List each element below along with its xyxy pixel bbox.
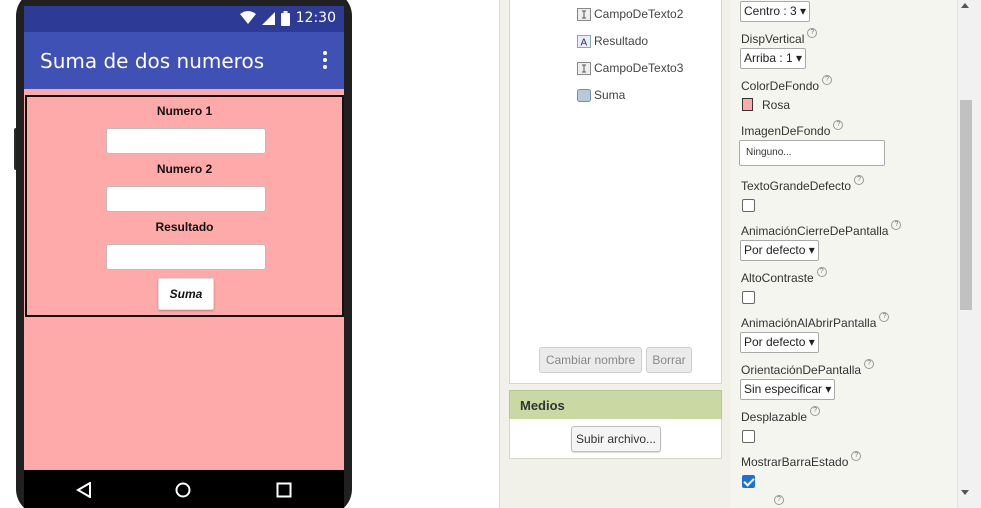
overflow-menu-icon[interactable] xyxy=(322,51,328,71)
home-icon[interactable] xyxy=(175,482,191,498)
delete-button[interactable]: Borrar xyxy=(646,347,692,373)
property-name: AnimaciónAlAbrirPantalla xyxy=(741,316,877,330)
scrollable-label: Desplazable? xyxy=(741,406,821,424)
property-name: Desplazable xyxy=(741,410,808,424)
vertical-arrangement[interactable]: Numero 1 Numero 2 Resultado Suma xyxy=(25,95,344,317)
svg-text:A: A xyxy=(580,37,587,48)
help-icon[interactable]: ? xyxy=(822,75,833,85)
help-icon[interactable]: ? xyxy=(851,451,862,461)
property-name: MostrarBarraEstado xyxy=(741,455,849,469)
help-icon[interactable]: ? xyxy=(816,267,827,277)
property-name: ColorDeFondo xyxy=(741,79,820,93)
align-vertical-label: DispVertical? xyxy=(741,28,818,46)
bg-color-value[interactable]: Rosa xyxy=(762,98,790,112)
help-icon[interactable]: ? xyxy=(807,28,818,38)
tree-item-campodetexto2[interactable]: CampoDeTexto2 xyxy=(576,7,683,21)
status-clock: 12:30 xyxy=(295,10,336,26)
close-anim-label: AnimaciónCierreDePantalla? xyxy=(741,220,902,238)
button-icon xyxy=(576,88,591,102)
scroll-thumb[interactable] xyxy=(960,100,972,310)
tree-item-label: Resultado xyxy=(594,34,649,48)
property-name: TextoGrandeDefecto xyxy=(741,179,852,193)
orientation-label: OrientaciónDePantalla? xyxy=(741,359,875,377)
back-icon[interactable] xyxy=(76,482,92,498)
property-name: AnimaciónCierreDePantalla xyxy=(741,224,889,238)
status-bar-label: MostrarBarraEstado? xyxy=(741,451,862,469)
align-horizontal-dropdown[interactable]: Centro : 3 ▾ xyxy=(740,1,811,22)
app-inventor-designer: 12:30 Suma de dos numeros Numero 1 Numer… xyxy=(0,0,981,508)
properties-panel: Centro : 3 ▾ DispVertical? Arriba : 1 ▾ … xyxy=(731,0,957,508)
high-contrast-checkbox[interactable] xyxy=(742,291,755,304)
properties-scrollbar[interactable] xyxy=(957,0,981,508)
help-icon[interactable]: ? xyxy=(854,175,865,185)
help-icon[interactable]: ? xyxy=(879,312,890,322)
scroll-down-arrow-icon[interactable] xyxy=(958,486,981,500)
upload-file-button[interactable]: Subir archivo... xyxy=(571,426,661,452)
open-anim-dropdown[interactable]: Por defecto ▾ xyxy=(740,332,819,353)
high-contrast-label: AltoContraste? xyxy=(741,267,827,285)
align-vertical-dropdown[interactable]: Arriba : 1 ▾ xyxy=(740,48,807,69)
help-icon[interactable]: ? xyxy=(833,120,844,130)
numero1-textbox[interactable] xyxy=(106,128,266,154)
help-icon[interactable]: ? xyxy=(774,495,784,505)
resultado-textbox[interactable] xyxy=(106,244,266,270)
tree-item-label: CampoDeTexto2 xyxy=(594,7,684,21)
media-header: Medios xyxy=(509,390,722,420)
app-bar: Suma de dos numeros xyxy=(24,32,344,89)
help-icon[interactable]: ? xyxy=(864,359,875,369)
bg-image-picker[interactable]: Ninguno... xyxy=(739,140,885,166)
signal-icon xyxy=(261,11,275,25)
bg-image-label: ImagenDeFondo? xyxy=(741,120,844,138)
property-name: OrientaciónDePantalla xyxy=(741,363,862,377)
orientation-dropdown[interactable]: Sin especificar ▾ xyxy=(740,379,836,400)
tree-item-suma[interactable]: Suma xyxy=(576,88,625,102)
property-name: ImagenDeFondo xyxy=(741,124,831,138)
property-name: AltoContraste xyxy=(741,271,814,285)
textbox-icon xyxy=(576,7,591,21)
numero1-label: Numero 1 xyxy=(156,104,213,118)
bg-color-label: ColorDeFondo? xyxy=(741,75,833,93)
numero2-textbox[interactable] xyxy=(106,186,266,212)
label-icon: A xyxy=(576,34,591,48)
open-anim-label: AnimaciónAlAbrirPantalla? xyxy=(741,312,890,330)
close-anim-dropdown[interactable]: Por defecto ▾ xyxy=(740,240,819,261)
components-column: CampoDeTexto2 A Resultado CampoDeTexto3 … xyxy=(499,0,731,508)
help-icon[interactable]: ? xyxy=(891,220,902,230)
wifi-icon xyxy=(239,11,256,24)
textbox-icon xyxy=(576,61,591,75)
color-swatch[interactable] xyxy=(742,98,753,111)
rename-button[interactable]: Cambiar nombre xyxy=(539,347,642,373)
media-panel: Subir archivo... xyxy=(509,419,722,459)
scrollable-checkbox[interactable] xyxy=(742,430,755,443)
resultado-label: Resultado xyxy=(155,220,214,234)
numero2-label: Numero 2 xyxy=(156,162,213,176)
status-bar-checkbox[interactable] xyxy=(742,475,755,488)
tree-item-campodetexto3[interactable]: CampoDeTexto3 xyxy=(576,61,683,75)
phone-screen: 12:30 Suma de dos numeros Numero 1 Numer… xyxy=(24,6,344,470)
tree-item-label: CampoDeTexto3 xyxy=(594,61,684,75)
tree-item-resultado[interactable]: A Resultado xyxy=(576,34,648,48)
suma-button[interactable]: Suma xyxy=(158,278,214,310)
help-icon[interactable]: ? xyxy=(810,406,821,416)
battery-icon xyxy=(280,10,290,26)
status-bar: 12:30 xyxy=(24,6,344,32)
app-title: Suma de dos numeros xyxy=(40,49,265,73)
property-name: DispVertical xyxy=(741,32,805,46)
android-nav-bar xyxy=(24,470,344,508)
big-text-label: TextoGrandeDefecto? xyxy=(741,175,865,193)
components-tree: CampoDeTexto2 A Resultado CampoDeTexto3 … xyxy=(509,0,722,384)
recents-icon[interactable] xyxy=(276,482,292,498)
scroll-up-arrow-icon[interactable] xyxy=(958,0,981,14)
tree-item-label: Suma xyxy=(594,88,626,102)
big-text-checkbox[interactable] xyxy=(742,199,755,212)
